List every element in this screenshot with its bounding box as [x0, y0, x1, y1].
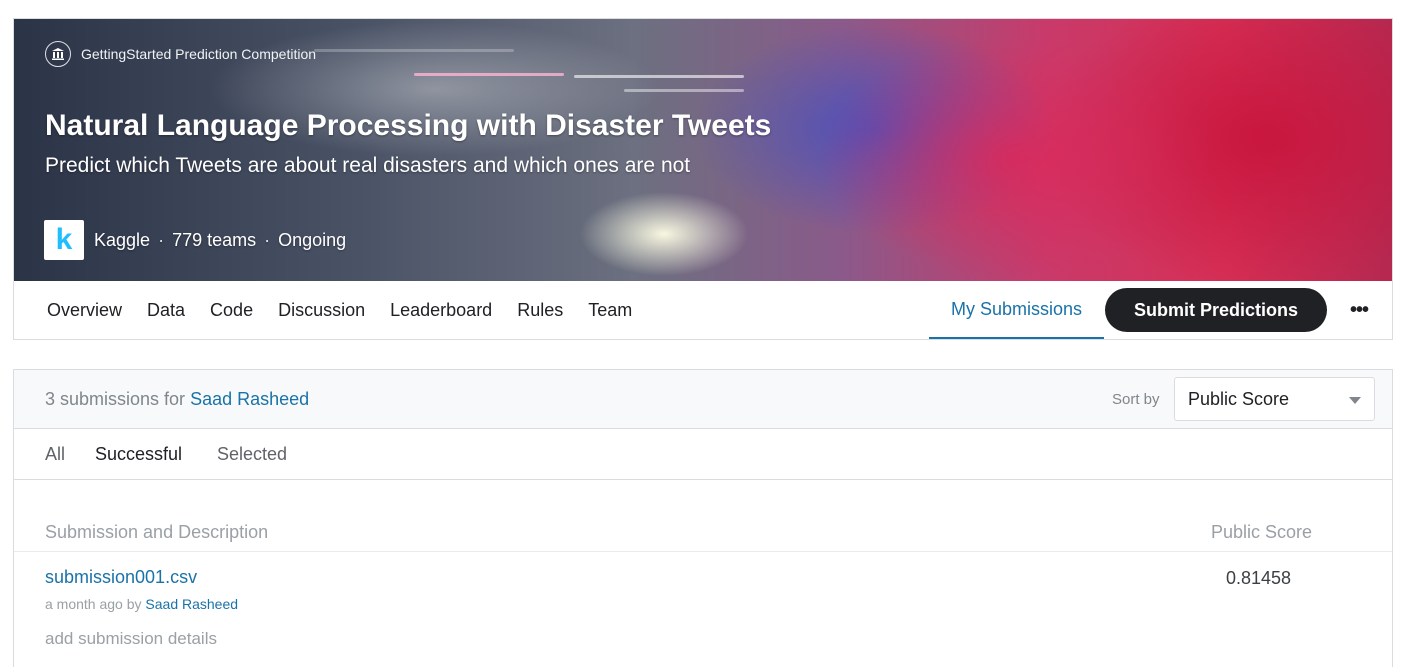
- submission-filters: All Successful Selected: [14, 429, 1392, 480]
- column-header-description: Submission and Description: [45, 522, 269, 542]
- competition-tab-bar: Overview Data Code Discussion Leaderboar…: [14, 281, 1392, 339]
- meta-separator: ·: [158, 229, 165, 250]
- competition-category: GettingStarted Prediction Competition: [45, 41, 316, 67]
- filter-all[interactable]: All: [45, 444, 65, 465]
- sort-select[interactable]: Public Score: [1174, 377, 1375, 421]
- light-streak: [624, 89, 744, 92]
- host-name[interactable]: Kaggle: [94, 230, 150, 251]
- submission-time: a month ago by: [45, 596, 142, 612]
- chevron-down-icon: [1349, 397, 1361, 404]
- submission-count: 3 submissions for Saad Rasheed: [45, 389, 309, 410]
- submission-public-score: 0.81458: [1226, 568, 1292, 588]
- filter-selected[interactable]: Selected: [217, 444, 287, 465]
- tab-discussion[interactable]: Discussion: [278, 300, 365, 321]
- light-streak: [574, 75, 744, 78]
- competition-meta: k Kaggle · 779 teams · Ongoing: [44, 220, 346, 260]
- submission-user-link[interactable]: Saad Rasheed: [190, 389, 309, 409]
- column-header-public-score[interactable]: Public Score: [1211, 522, 1312, 543]
- more-horizontal-icon[interactable]: •••: [1344, 295, 1374, 325]
- competition-category-label: GettingStarted Prediction Competition: [81, 46, 317, 62]
- competition-tabs: Overview Data Code Discussion Leaderboar…: [47, 281, 632, 339]
- competition-card: GettingStarted Prediction Competition Na…: [13, 18, 1393, 340]
- tab-team[interactable]: Team: [588, 300, 632, 321]
- submission-count-label: 3 submissions for: [45, 389, 186, 409]
- tab-data[interactable]: Data: [147, 300, 185, 321]
- submissions-header: 3 submissions for Saad Rasheed Sort by P…: [14, 370, 1392, 429]
- team-count[interactable]: 779 teams: [172, 230, 256, 251]
- submit-predictions-button[interactable]: Submit Predictions: [1105, 288, 1327, 332]
- submission-author-link[interactable]: Saad Rasheed: [145, 596, 238, 612]
- competition-title: Natural Language Processing with Disaste…: [45, 109, 772, 142]
- row-divider: [14, 551, 1392, 552]
- competition-hero-banner: GettingStarted Prediction Competition Na…: [14, 19, 1392, 281]
- submission-meta: a month ago by Saad Rasheed: [45, 596, 238, 612]
- filter-successful[interactable]: Successful: [95, 444, 182, 465]
- competition-subtitle: Predict which Tweets are about real disa…: [45, 154, 691, 177]
- sort-label: Sort by: [1112, 391, 1160, 408]
- light-streak: [414, 73, 564, 76]
- tab-rules[interactable]: Rules: [517, 300, 563, 321]
- light-streak: [314, 49, 514, 52]
- meta-separator: ·: [264, 229, 271, 250]
- add-submission-details-link[interactable]: add submission details: [45, 629, 217, 649]
- kaggle-logo[interactable]: k: [44, 220, 84, 260]
- sort-select-value: Public Score: [1188, 388, 1290, 409]
- tab-overview[interactable]: Overview: [47, 300, 122, 321]
- bank-icon: [45, 41, 71, 67]
- submissions-panel: 3 submissions for Saad Rasheed Sort by P…: [13, 369, 1393, 667]
- tab-code[interactable]: Code: [210, 300, 253, 321]
- competition-status: Ongoing: [278, 229, 347, 250]
- submission-file-link[interactable]: submission001.csv: [45, 567, 197, 588]
- tab-my-submissions[interactable]: My Submissions: [929, 281, 1104, 339]
- tab-leaderboard[interactable]: Leaderboard: [390, 300, 492, 321]
